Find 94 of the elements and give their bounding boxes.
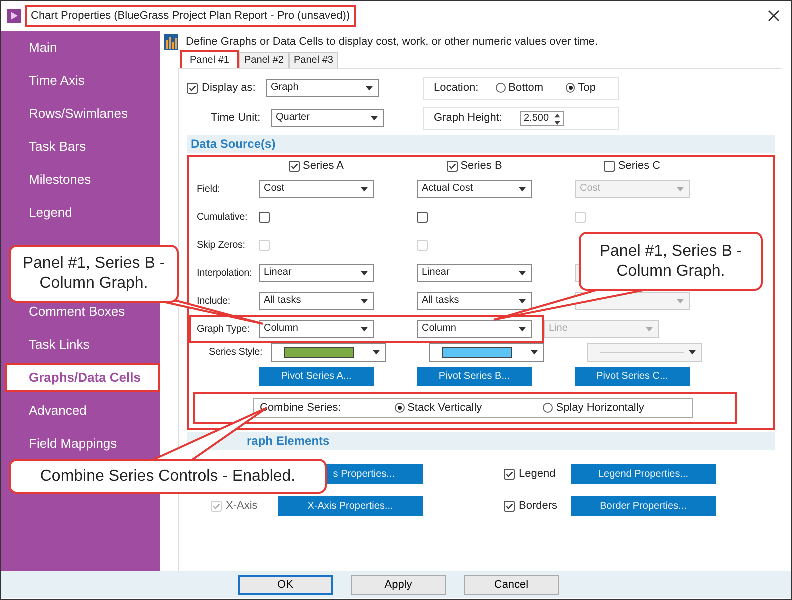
dropdown[interactable]: Cost	[259, 180, 374, 198]
row-label: Include:	[197, 296, 230, 306]
annotation-tooltip: Combine Series Controls - Enabled.	[9, 459, 327, 494]
checkbox[interactable]	[504, 500, 515, 512]
caret-icon	[689, 350, 696, 355]
checkbox-label: Legend	[519, 468, 556, 480]
bar-chart-icon	[164, 34, 178, 50]
caret-icon	[361, 327, 368, 332]
sidebar-item[interactable]: Graphs/Data Cells	[5, 363, 160, 392]
dropdown[interactable]: Actual Cost	[417, 180, 532, 198]
annotation-tooltip: Panel #1, Series B - Column Graph.	[9, 245, 179, 303]
radio-label: Splay Horizontally	[556, 402, 644, 414]
radio-button[interactable]	[394, 403, 405, 413]
radio-button[interactable]	[496, 83, 506, 93]
checkbox[interactable]	[187, 82, 198, 94]
caret-icon	[371, 116, 378, 121]
graph-height-spinner[interactable]: 2.500	[520, 110, 564, 126]
caret-icon	[373, 350, 380, 355]
tab[interactable]: Panel #3	[288, 52, 338, 68]
tab[interactable]: Panel #2	[239, 52, 289, 68]
checkbox-label: X-Axis	[226, 500, 258, 512]
graph-height-label: Graph Height:	[434, 112, 504, 124]
sidebar-item[interactable]: Milestones	[5, 165, 160, 194]
pivot-button[interactable]: Pivot Series C...	[575, 366, 690, 386]
section-header: raph Elements	[187, 432, 775, 450]
dropdown[interactable]: Column	[417, 320, 532, 338]
caret-icon	[366, 86, 373, 91]
series-label: Series A	[303, 160, 344, 172]
dialog-button[interactable]: OK	[238, 574, 333, 594]
sidebar-item[interactable]: Time Axis	[5, 66, 160, 95]
sidebar-item[interactable]: Main	[5, 33, 160, 62]
series-label: Series C	[618, 160, 661, 172]
dropdown[interactable]: All tasks	[417, 292, 532, 310]
caret-icon	[531, 350, 538, 355]
sidebar-item[interactable]: Task Links	[5, 330, 160, 359]
sidebar-item[interactable]: Field Mappings	[5, 429, 160, 458]
dropdown[interactable]: Linear	[259, 264, 374, 282]
checkbox[interactable]	[417, 212, 428, 222]
properties-button[interactable]: Border Properties...	[571, 496, 716, 516]
checkbox[interactable]	[504, 468, 515, 480]
checkbox[interactable]	[446, 160, 458, 172]
radio-button[interactable]	[566, 83, 576, 93]
row-label: Series Style:	[209, 347, 263, 358]
row-label: Skip Zeros:	[197, 240, 246, 250]
row-label: Interpolation:	[197, 268, 252, 278]
dropdown[interactable]: All tasks	[259, 292, 374, 310]
sidebar-item[interactable]: Legend	[5, 198, 160, 227]
checkbox-label: Borders	[519, 500, 558, 512]
dialog-button[interactable]: Apply	[351, 574, 446, 594]
caret-icon	[519, 271, 526, 276]
row-label: Field:	[197, 184, 220, 194]
window-title: Chart Properties (BlueGrass Project Plan Report - Pro (unsaved))	[25, 5, 356, 27]
time-unit-dropdown[interactable]: Quarter	[271, 109, 384, 127]
caret-icon	[361, 299, 368, 304]
dropdown[interactable]: Column	[259, 320, 374, 338]
dialog-button[interactable]: Cancel	[464, 574, 559, 594]
radio-button[interactable]	[543, 403, 554, 413]
sidebar-item[interactable]: Advanced	[5, 396, 160, 425]
caret-icon	[519, 327, 526, 332]
close-icon[interactable]	[768, 10, 780, 22]
radio-label: Stack Vertically	[408, 402, 482, 414]
caret-icon	[646, 327, 653, 332]
sidebar-item[interactable]: Task Bars	[5, 132, 160, 161]
time-unit-label: Time Unit:	[211, 112, 262, 124]
series-label: Series B	[460, 160, 502, 172]
caret-icon	[519, 187, 526, 192]
caret-icon	[677, 299, 684, 304]
spinner-arrows-icon	[553, 112, 562, 126]
row-label: Graph Type:	[197, 324, 250, 334]
style-dropdown[interactable]	[429, 343, 544, 362]
combine-series-label: Combine Series:	[260, 402, 342, 414]
row-label: Cumulative:	[197, 212, 248, 222]
checkbox[interactable]	[259, 212, 270, 222]
caret-icon	[519, 299, 526, 304]
caret-icon	[361, 271, 368, 276]
radio-label: Top	[578, 82, 596, 94]
display-dropdown[interactable]: Graph	[266, 79, 379, 97]
section-header: Data Source(s)	[187, 135, 775, 153]
tab[interactable]: Panel #1	[180, 50, 240, 68]
display-label: Display as:	[202, 82, 257, 94]
pivot-button[interactable]: Pivot Series A...	[259, 366, 374, 386]
intro-text: Define Graphs or Data Cells to display cost, work, or other numeric values over time.	[186, 36, 598, 48]
style-dropdown[interactable]	[271, 343, 386, 362]
app-icon	[7, 9, 21, 23]
properties-button[interactable]: Legend Properties...	[571, 464, 716, 484]
sidebar-item[interactable]: Rows/Swimlanes	[5, 99, 160, 128]
location-label: Location:	[434, 82, 480, 94]
pivot-button[interactable]: Pivot Series B...	[417, 366, 532, 386]
radio-label: Bottom	[508, 82, 544, 94]
caret-icon	[361, 187, 368, 192]
caret-icon	[677, 187, 684, 192]
checkbox[interactable]	[604, 160, 616, 172]
dropdown[interactable]: Linear	[417, 264, 532, 282]
checkbox[interactable]	[289, 160, 300, 172]
